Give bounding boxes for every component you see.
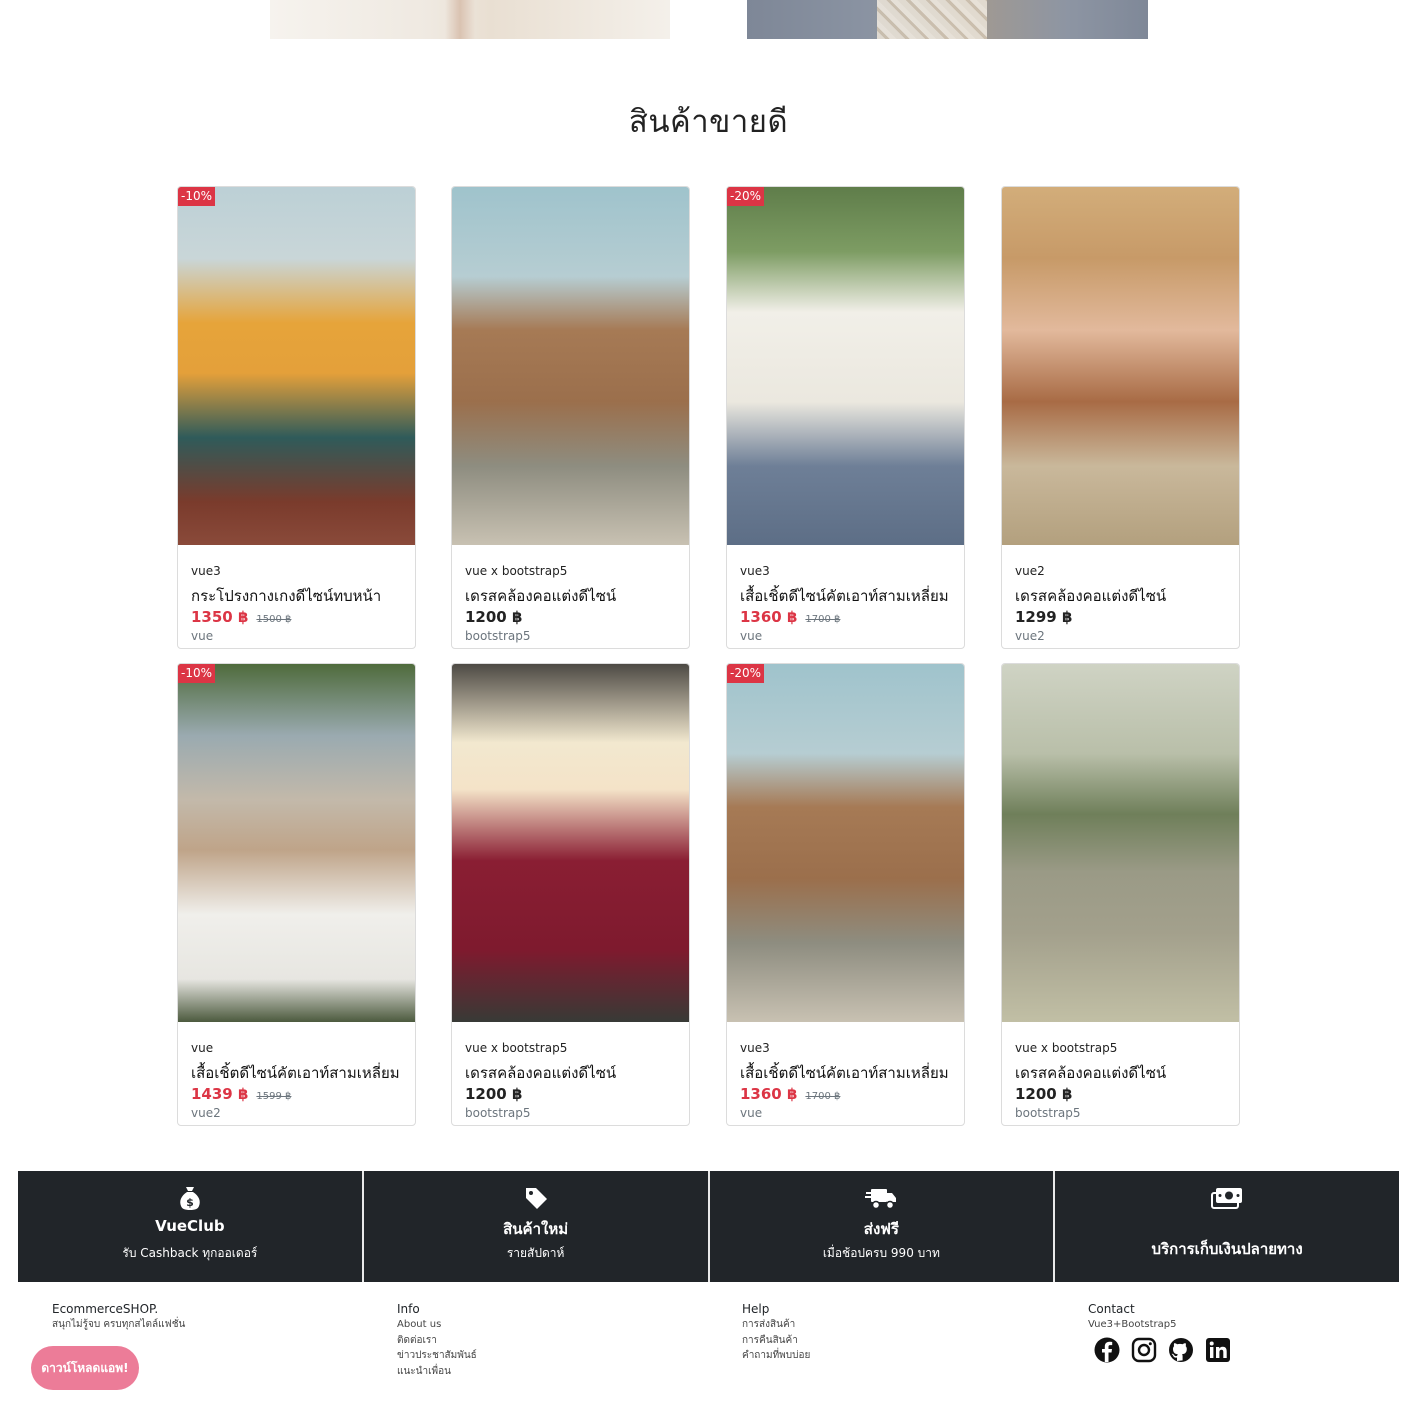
money-bag-icon: $ bbox=[177, 1185, 203, 1211]
product-old-price: 1700 ฿ bbox=[805, 1091, 841, 1102]
footer-help-title: Help bbox=[742, 1302, 770, 1316]
delivery-truck-icon bbox=[865, 1185, 897, 1211]
feature-title: บริการเก็บเงินปลายทาง bbox=[1151, 1240, 1303, 1258]
product-card[interactable]: -20% vue3 เสื้อเชิ้ตดีไซน์คัตเอาท์สามเหล… bbox=[726, 663, 965, 1126]
feature-title: สินค้าใหม่ bbox=[503, 1220, 569, 1238]
footer-brand-name: EcommerceSHOP. bbox=[52, 1302, 159, 1316]
svg-text:$: $ bbox=[186, 1196, 194, 1209]
facebook-icon[interactable] bbox=[1094, 1337, 1120, 1363]
product-tag: vue2 bbox=[191, 1106, 221, 1120]
feature-free-shipping: ส่งฟรี เมื่อช้อปครบ 990 บาท bbox=[709, 1171, 1054, 1282]
product-card[interactable]: vue2 เดรสคล้องคอแต่งดีไซน์ 1299 ฿ vue2 bbox=[1001, 186, 1240, 649]
product-tag: vue2 bbox=[1015, 629, 1045, 643]
cash-icon bbox=[1211, 1185, 1243, 1211]
product-tag: bootstrap5 bbox=[465, 629, 531, 643]
discount-badge: -20% bbox=[727, 664, 765, 683]
feature-new-products: สินค้าใหม่ รายสัปดาห์ bbox=[363, 1171, 708, 1282]
product-old-price: 1700 ฿ bbox=[805, 614, 841, 625]
social-links bbox=[1094, 1337, 1231, 1363]
product-brand: vue3 bbox=[740, 1041, 770, 1055]
discount-badge: -10% bbox=[178, 187, 216, 206]
product-tag: vue bbox=[740, 1106, 763, 1120]
features-bar: $ VueClub รับ Cashback ทุกออเดอร์ สินค้า… bbox=[18, 1171, 1399, 1282]
hero-image-left[interactable] bbox=[270, 0, 670, 39]
product-price: 1200 ฿ bbox=[465, 1085, 523, 1103]
product-tag: vue bbox=[740, 629, 763, 643]
product-brand: vue3 bbox=[191, 564, 221, 578]
product-old-price: 1500 ฿ bbox=[256, 614, 292, 625]
product-image[interactable] bbox=[727, 664, 964, 1022]
product-image[interactable] bbox=[178, 187, 415, 545]
footer-link-faq[interactable]: คำถามที่พบบ่อย bbox=[742, 1348, 810, 1364]
footer-link-refer[interactable]: แนะนำเพื่อน bbox=[397, 1364, 477, 1380]
product-card[interactable]: vue x bootstrap5 เดรสคล้องคอแต่งดีไซน์ 1… bbox=[451, 663, 690, 1126]
product-image[interactable] bbox=[452, 187, 689, 545]
product-price: 1200 ฿ bbox=[465, 608, 523, 626]
footer-info: Info About us ติดต่อเรา ข่าวประชาสัมพันธ… bbox=[397, 1301, 477, 1379]
product-name[interactable]: เสื้อเชิ้ตดีไซน์คัตเอาท์สามเหลี่ยม bbox=[191, 1063, 407, 1083]
product-name[interactable]: เดรสคล้องคอแต่งดีไซน์ bbox=[465, 586, 681, 606]
product-card[interactable]: -10% vue3 กระโปรงกางเกงดีไซน์ทบหน้า 1350… bbox=[177, 186, 416, 649]
footer-brand: EcommerceSHOP. สนุกไม่รู้จบ ครบทุกสไตล์แ… bbox=[52, 1301, 185, 1332]
section-title: สินค้าขายดี bbox=[628, 104, 789, 140]
product-price: 1360 ฿ bbox=[740, 1085, 798, 1103]
feature-subtitle: รับ Cashback ทุกออเดอร์ bbox=[122, 1246, 258, 1260]
feature-subtitle: รายสัปดาห์ bbox=[506, 1246, 565, 1260]
footer-link-news[interactable]: ข่าวประชาสัมพันธ์ bbox=[397, 1348, 477, 1364]
product-image[interactable] bbox=[178, 664, 415, 1022]
footer-link-returns[interactable]: การคืนสินค้า bbox=[742, 1333, 810, 1349]
product-card[interactable]: -10% vue เสื้อเชิ้ตดีไซน์คัตเอาท์สามเหลี… bbox=[177, 663, 416, 1126]
discount-badge: -20% bbox=[727, 187, 765, 206]
footer-link-shipping[interactable]: การส่งสินค้า bbox=[742, 1317, 810, 1333]
tag-icon bbox=[523, 1185, 549, 1211]
feature-cash-on-delivery: บริการเก็บเงินปลายทาง bbox=[1055, 1171, 1399, 1282]
discount-badge: -10% bbox=[178, 664, 216, 683]
footer-link-contact[interactable]: ติดต่อเรา bbox=[397, 1333, 477, 1349]
product-tag: vue bbox=[191, 629, 214, 643]
feature-title: ส่งฟรี bbox=[863, 1220, 899, 1238]
footer-link-about[interactable]: About us bbox=[397, 1317, 477, 1333]
product-card[interactable]: vue x bootstrap5 เดรสคล้องคอแต่งดีไซน์ 1… bbox=[1001, 663, 1240, 1126]
footer-contact-subtitle: Vue3+Bootstrap5 bbox=[1088, 1319, 1177, 1330]
hero-image-right[interactable] bbox=[747, 0, 1148, 39]
product-brand: vue bbox=[191, 1041, 214, 1055]
product-brand: vue2 bbox=[1015, 564, 1045, 578]
product-brand: vue x bootstrap5 bbox=[465, 564, 568, 578]
footer-contact-title: Contact bbox=[1088, 1302, 1135, 1316]
feature-subtitle: เมื่อช้อปครบ 990 บาท bbox=[822, 1246, 940, 1260]
product-card[interactable]: -20% vue3 เสื้อเชิ้ตดีไซน์คัตเอาท์สามเหล… bbox=[726, 186, 965, 649]
download-app-button[interactable]: ดาวน์โหลดแอพ! bbox=[31, 1346, 139, 1390]
product-old-price: 1599 ฿ bbox=[256, 1091, 292, 1102]
product-tag: bootstrap5 bbox=[1015, 1106, 1081, 1120]
footer-tagline: สนุกไม่รู้จบ ครบทุกสไตล์แฟชั่น bbox=[52, 1319, 186, 1330]
footer-contact: Contact Vue3+Bootstrap5 bbox=[1088, 1301, 1177, 1332]
product-brand: vue x bootstrap5 bbox=[465, 1041, 568, 1055]
product-card[interactable]: vue x bootstrap5 เดรสคล้องคอแต่งดีไซน์ 1… bbox=[451, 186, 690, 649]
product-price: 1360 ฿ bbox=[740, 608, 798, 626]
product-brand: vue3 bbox=[740, 564, 770, 578]
instagram-icon[interactable] bbox=[1131, 1337, 1157, 1363]
product-name[interactable]: เสื้อเชิ้ตดีไซน์คัตเอาท์สามเหลี่ยม bbox=[740, 1063, 956, 1083]
linkedin-icon[interactable] bbox=[1205, 1337, 1231, 1363]
feature-vueclub: $ VueClub รับ Cashback ทุกออเดอร์ bbox=[18, 1171, 362, 1282]
product-name[interactable]: เดรสคล้องคอแต่งดีไซน์ bbox=[465, 1063, 681, 1083]
product-image[interactable] bbox=[452, 664, 689, 1022]
product-image[interactable] bbox=[1002, 187, 1239, 545]
footer-info-title: Info bbox=[397, 1302, 420, 1316]
product-price: 1200 ฿ bbox=[1015, 1085, 1073, 1103]
product-name[interactable]: เสื้อเชิ้ตดีไซน์คัตเอาท์สามเหลี่ยม bbox=[740, 586, 956, 606]
footer-help: Help การส่งสินค้า การคืนสินค้า คำถามที่พ… bbox=[742, 1301, 810, 1364]
feature-title: VueClub bbox=[155, 1217, 225, 1235]
product-price: 1299 ฿ bbox=[1015, 608, 1073, 626]
product-price: 1350 ฿ bbox=[191, 608, 249, 626]
product-name[interactable]: กระโปรงกางเกงดีไซน์ทบหน้า bbox=[191, 586, 407, 606]
product-name[interactable]: เดรสคล้องคอแต่งดีไซน์ bbox=[1015, 1063, 1231, 1083]
product-image[interactable] bbox=[1002, 664, 1239, 1022]
product-brand: vue x bootstrap5 bbox=[1015, 1041, 1118, 1055]
product-tag: bootstrap5 bbox=[465, 1106, 531, 1120]
product-price: 1439 ฿ bbox=[191, 1085, 249, 1103]
product-name[interactable]: เดรสคล้องคอแต่งดีไซน์ bbox=[1015, 586, 1231, 606]
product-image[interactable] bbox=[727, 187, 964, 545]
github-icon[interactable] bbox=[1168, 1337, 1194, 1363]
